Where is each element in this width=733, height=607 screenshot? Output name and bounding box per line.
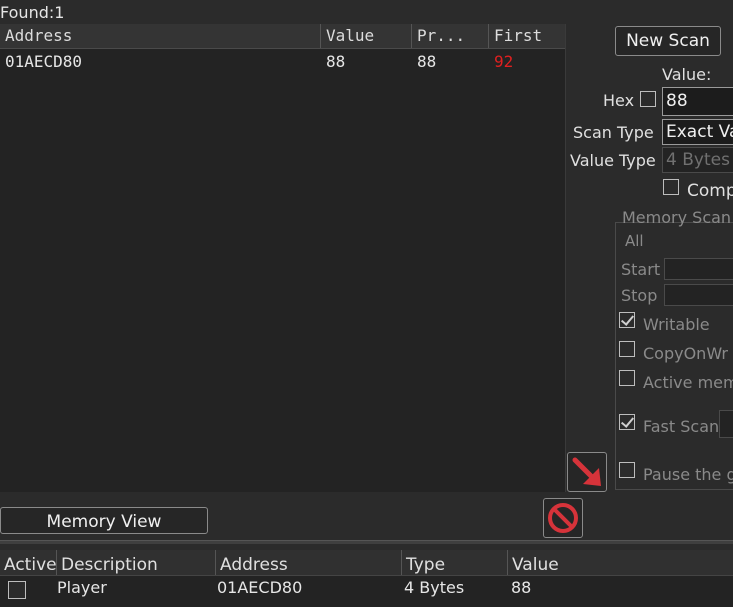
results-header: Address Value Pr... First [0, 24, 565, 49]
scan-type-select[interactable]: Exact Va [662, 119, 733, 145]
results-table[interactable]: Address Value Pr... First 01AECD80 88 88… [0, 24, 566, 492]
writable-checkbox[interactable] [619, 312, 635, 328]
item-address: 01AECD80 [217, 578, 303, 597]
writable-label: Writable [643, 315, 710, 334]
row-value: 88 [326, 52, 346, 71]
copyonwrite-checkbox[interactable] [619, 341, 635, 357]
pause-label: Pause the g [643, 465, 733, 484]
active-checkbox[interactable] [8, 581, 26, 599]
found-count: Found:1 [0, 3, 65, 22]
col-first[interactable]: First [494, 26, 542, 45]
col-active[interactable]: Active [4, 555, 57, 575]
row-first: 92 [494, 52, 514, 71]
splitter[interactable] [0, 540, 733, 544]
col-list-address[interactable]: Address [220, 555, 288, 575]
no-entry-icon [548, 503, 578, 533]
arrow-down-right-icon [572, 457, 601, 486]
value-type-label: Value Type [570, 151, 656, 170]
start-label: Start [621, 260, 661, 279]
hex-label: Hex [603, 91, 635, 110]
memory-view-button[interactable]: Memory View [0, 507, 208, 534]
col-address[interactable]: Address [5, 26, 72, 45]
clear-list-button[interactable] [543, 498, 583, 538]
col-type[interactable]: Type [406, 555, 445, 575]
stop-label: Stop [621, 286, 658, 305]
scan-type-label: Scan Type [573, 123, 654, 142]
new-scan-button[interactable]: New Scan [615, 26, 721, 56]
hex-checkbox[interactable] [640, 91, 656, 107]
active-memory-checkbox[interactable] [619, 370, 635, 386]
memory-scan-label: Memory Scan [622, 208, 732, 227]
compare-checkbox[interactable] [663, 179, 679, 195]
add-to-list-button[interactable] [567, 452, 607, 492]
fast-scan-alignment-input[interactable] [719, 410, 733, 438]
item-value: 88 [511, 578, 532, 597]
col-value[interactable]: Value [326, 26, 374, 45]
value-label: Value: [662, 65, 712, 84]
stop-input[interactable] [664, 284, 733, 306]
pause-checkbox[interactable] [619, 462, 635, 478]
row-previous: 88 [417, 52, 437, 71]
value-input[interactable]: 88 [662, 87, 733, 116]
address-list-header: Active Description Address Type Value [0, 550, 733, 576]
active-memory-label: Active mem [643, 373, 733, 392]
compare-label: Comp [687, 181, 733, 201]
col-previous[interactable]: Pr... [417, 26, 465, 45]
item-type: 4 Bytes [404, 578, 465, 597]
item-description: Player [57, 578, 107, 597]
region-select[interactable]: All [625, 232, 644, 250]
col-description[interactable]: Description [61, 555, 158, 575]
value-type-select[interactable]: 4 Bytes [662, 147, 733, 173]
address-list[interactable]: Active Description Address Type Value Pl… [0, 550, 733, 607]
row-address: 01AECD80 [5, 52, 83, 71]
fast-scan-checkbox[interactable] [619, 414, 635, 430]
col-list-value[interactable]: Value [512, 555, 559, 575]
copyonwrite-label: CopyOnWr [643, 344, 728, 363]
fast-scan-label: Fast Scan [643, 417, 720, 436]
start-input[interactable] [664, 258, 733, 280]
